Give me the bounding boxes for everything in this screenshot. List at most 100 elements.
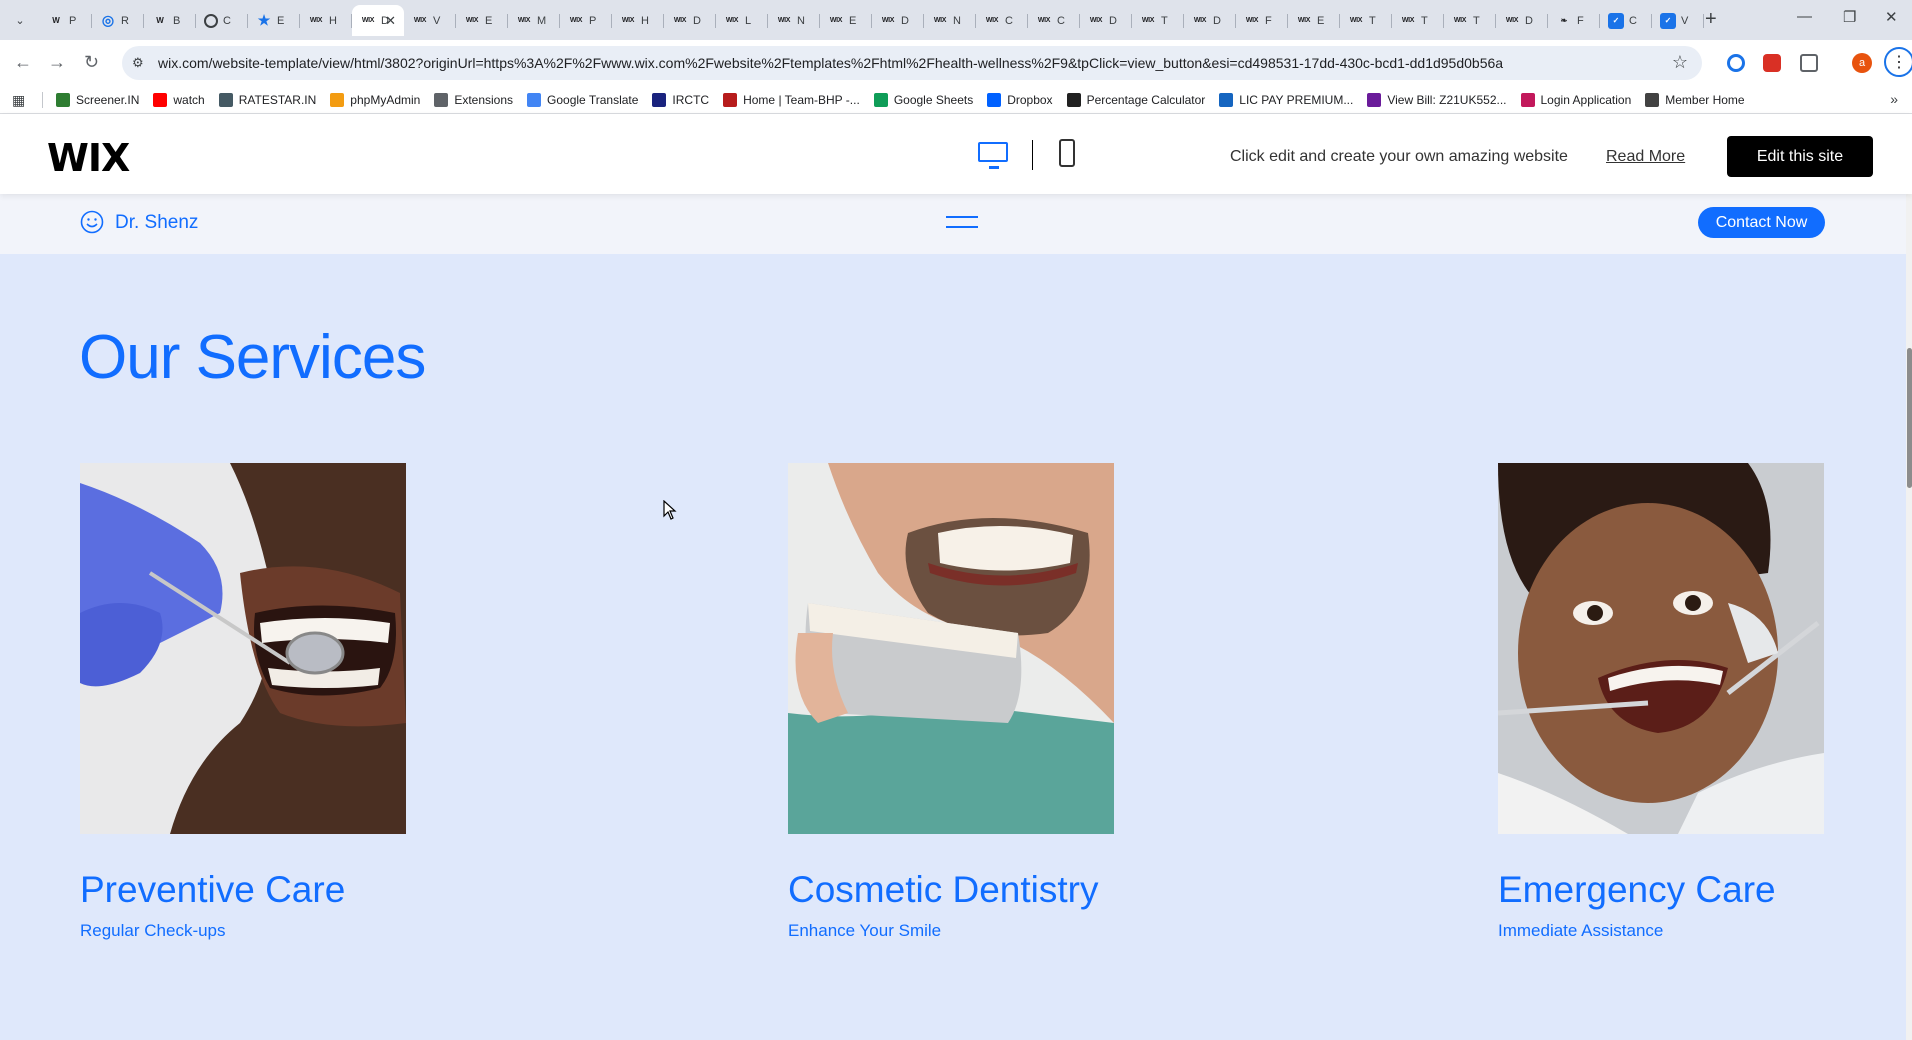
apps-grid-icon[interactable]: ▦ bbox=[12, 92, 25, 109]
scrollbar-thumb[interactable] bbox=[1907, 348, 1912, 488]
browser-tab[interactable]: WIX T bbox=[1340, 5, 1392, 36]
restore-icon[interactable]: ❐ bbox=[1843, 8, 1856, 26]
site-info-icon[interactable]: ⚙ bbox=[132, 55, 144, 71]
back-icon[interactable]: ← bbox=[14, 52, 32, 73]
browser-tab[interactable]: WIX F bbox=[1236, 5, 1288, 36]
bookmark-item[interactable]: Google Translate bbox=[527, 93, 638, 107]
bookmark-item[interactable]: LIC PAY PREMIUM... bbox=[1219, 93, 1353, 107]
bookmark-item[interactable]: Extensions bbox=[434, 93, 513, 107]
url-text[interactable]: wix.com/website-template/view/html/3802?… bbox=[158, 55, 1503, 71]
bookmark-list: Screener.IN watch RATESTAR.IN phpMyAdmin Ext… bbox=[56, 86, 1745, 114]
extensions-puzzle-icon[interactable] bbox=[1800, 54, 1818, 72]
wix-icon: WIX bbox=[881, 17, 895, 24]
tab-title: N bbox=[953, 14, 961, 27]
tab-title: T bbox=[1369, 14, 1376, 27]
smiley-icon[interactable] bbox=[80, 210, 104, 234]
globe-icon: ◎ bbox=[101, 12, 115, 28]
tab-title: D bbox=[1525, 14, 1533, 27]
wix-logo[interactable]: WIX bbox=[47, 136, 130, 180]
browser-tab[interactable]: WIX T bbox=[1392, 5, 1444, 36]
browser-tab[interactable]: WIX E bbox=[1288, 5, 1340, 36]
tab-title: V bbox=[433, 14, 441, 27]
bookmark-item[interactable]: watch bbox=[153, 93, 205, 107]
bookmark-item[interactable]: Login Application bbox=[1520, 93, 1631, 107]
browser-tab[interactable]: WIX P bbox=[560, 5, 612, 36]
bookmark-item[interactable]: phpMyAdmin bbox=[330, 93, 420, 107]
browser-tab[interactable]: WIX D bbox=[664, 5, 716, 36]
bookmark-star-icon[interactable]: ☆ bbox=[1672, 52, 1688, 73]
close-tab-icon[interactable]: ✕ bbox=[385, 13, 396, 29]
browser-tab[interactable]: WIX E bbox=[456, 5, 508, 36]
browser-tab[interactable]: ◎ R bbox=[92, 5, 144, 36]
reload-icon[interactable]: ↻ bbox=[84, 52, 99, 73]
mouse-cursor-icon bbox=[663, 500, 677, 520]
wix-icon: WIX bbox=[1349, 17, 1363, 24]
browser-tab[interactable]: WIX H bbox=[300, 5, 352, 36]
site-name[interactable]: Dr. Shenz bbox=[115, 212, 198, 234]
child-dental-exam-photo bbox=[1498, 463, 1824, 834]
bookmark-label: Member Home bbox=[1665, 93, 1745, 107]
bookmark-item[interactable]: View Bill: Z21UK552... bbox=[1367, 93, 1507, 107]
tab-title: C bbox=[1057, 14, 1065, 27]
browser-tab[interactable]: WIX C bbox=[976, 5, 1028, 36]
page-scrollbar[interactable] bbox=[1906, 194, 1912, 1040]
browser-tab[interactable]: WIX N bbox=[768, 5, 820, 36]
tab-title: C bbox=[223, 14, 231, 27]
edit-site-button[interactable]: Edit this site bbox=[1727, 136, 1873, 177]
browser-tab[interactable]: WIX T bbox=[1132, 5, 1184, 36]
browser-tab[interactable]: WP bbox=[40, 5, 92, 36]
translate-icon bbox=[527, 93, 542, 107]
more-bookmarks-icon[interactable]: » bbox=[1890, 91, 1898, 107]
bill-icon bbox=[1367, 93, 1382, 107]
bookmark-item[interactable]: Google Sheets bbox=[873, 93, 974, 107]
bookmark-item[interactable]: Screener.IN bbox=[56, 93, 139, 107]
menu-hamburger-icon[interactable] bbox=[946, 216, 978, 228]
bookmark-item[interactable]: IRCTC bbox=[652, 93, 709, 107]
browser-tab[interactable]: ✓ C bbox=[1600, 5, 1652, 36]
browser-tab[interactable]: WIX D bbox=[872, 5, 924, 36]
bookmark-item[interactable]: Percentage Calculator bbox=[1066, 93, 1205, 107]
browser-tab[interactable]: WIX D bbox=[1496, 5, 1548, 36]
browser-tab[interactable]: WIX T bbox=[1444, 5, 1496, 36]
minimize-icon[interactable]: — bbox=[1797, 8, 1812, 25]
bar-chart-icon bbox=[56, 93, 70, 107]
browser-tab[interactable]: WIX N bbox=[924, 5, 976, 36]
tab-search-icon[interactable]: ⌄ bbox=[10, 10, 30, 30]
browser-tab[interactable]: WIX V bbox=[404, 5, 456, 36]
contact-now-button[interactable]: Contact Now bbox=[1698, 207, 1825, 238]
bookmark-item[interactable]: Dropbox bbox=[987, 93, 1053, 107]
new-tab-icon[interactable]: + bbox=[1705, 8, 1717, 31]
browser-tab[interactable]: ❧ F bbox=[1548, 5, 1600, 36]
forward-icon[interactable]: → bbox=[48, 52, 66, 73]
browser-menu-icon[interactable]: ⋮ bbox=[1884, 47, 1912, 77]
profile-avatar[interactable]: a bbox=[1852, 53, 1872, 73]
shield-extension-icon[interactable] bbox=[1763, 54, 1781, 72]
browser-tab[interactable]: WIX H bbox=[612, 5, 664, 36]
browser-tab[interactable]: WIX C bbox=[1028, 5, 1080, 36]
close-window-icon[interactable]: ✕ bbox=[1885, 8, 1898, 26]
browser-tab[interactable]: WIX L bbox=[716, 5, 768, 36]
extension-icon[interactable] bbox=[1727, 54, 1745, 72]
bookmark-item[interactable]: Member Home bbox=[1645, 93, 1745, 107]
browser-tab[interactable]: WIX M bbox=[508, 5, 560, 36]
mobile-view-icon[interactable] bbox=[1059, 139, 1075, 167]
bookmark-item[interactable]: RATESTAR.IN bbox=[218, 93, 316, 107]
bookmark-item[interactable]: Home | Team-BHP -... bbox=[723, 93, 860, 107]
address-bar[interactable]: ⚙ wix.com/website-template/view/html/380… bbox=[122, 46, 1702, 80]
browser-tab[interactable]: WIX D bbox=[1184, 5, 1236, 36]
browser-tab[interactable]: WIX D ✕ bbox=[352, 5, 404, 36]
browser-tab[interactable]: WB bbox=[144, 5, 196, 36]
browser-tab[interactable]: WIX E bbox=[820, 5, 872, 36]
desktop-view-icon[interactable] bbox=[978, 142, 1008, 169]
browser-tab[interactable]: C bbox=[196, 5, 248, 36]
service-title: Cosmetic Dentistry bbox=[788, 869, 1099, 910]
browser-tab[interactable]: ✓ V bbox=[1652, 5, 1704, 36]
read-more-link[interactable]: Read More bbox=[1606, 148, 1685, 166]
browser-tab[interactable]: WIX D bbox=[1080, 5, 1132, 36]
browser-tab[interactable]: ★ E bbox=[248, 5, 300, 36]
bookmarks-separator bbox=[42, 92, 43, 108]
tab-title: H bbox=[329, 14, 337, 27]
bookmark-label: Google Sheets bbox=[893, 93, 974, 107]
wix-icon: WIX bbox=[1089, 17, 1103, 24]
wix-icon: WIX bbox=[309, 17, 323, 24]
